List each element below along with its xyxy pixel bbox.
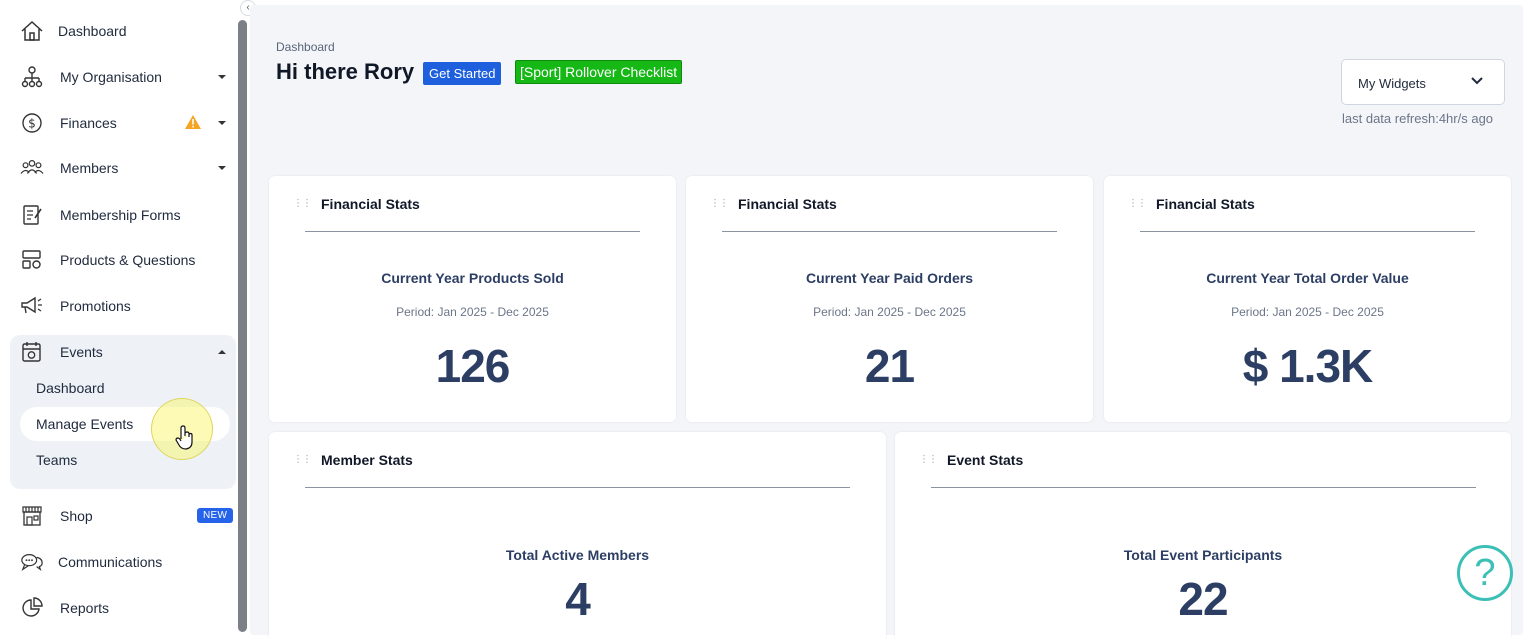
sidebar-item-label: Products & Questions xyxy=(60,252,196,268)
megaphone-icon xyxy=(20,294,44,318)
dollar-icon: $ xyxy=(20,111,44,135)
sidebar-item-my-organisation[interactable]: My Organisation xyxy=(10,57,236,97)
card-title: Financial Stats xyxy=(738,196,837,212)
sidebar-item-label: Shop xyxy=(60,508,93,524)
metric-value: $ 1.3K xyxy=(1242,340,1374,392)
financial-stats-card-products: ⋮⋮ Financial Stats Current Year Products… xyxy=(269,176,676,422)
card-divider xyxy=(1140,231,1475,232)
sidebar-item-finances[interactable]: $ Finances xyxy=(10,103,236,143)
sidebar-item-label: Events xyxy=(60,344,103,360)
chevron-down-icon[interactable] xyxy=(218,121,226,125)
period-label: Period: Jan 2025 - Dec 2025 xyxy=(1231,305,1384,319)
sidebar: Dashboard My Organisation $ Finances Mem… xyxy=(0,0,256,639)
warning-icon xyxy=(184,114,202,133)
period-label: Period: Jan 2025 - Dec 2025 xyxy=(396,305,549,319)
chat-icon xyxy=(20,550,44,574)
main-content: Dashboard Hi there Rory Get Started [Spo… xyxy=(250,5,1523,639)
card-title: Financial Stats xyxy=(1156,196,1255,212)
metric-value: 21 xyxy=(864,340,915,392)
users-icon xyxy=(20,156,44,180)
my-widgets-dropdown[interactable]: My Widgets xyxy=(1341,59,1505,105)
period-label: Period: Jan 2025 - Dec 2025 xyxy=(813,305,966,319)
events-sub-dashboard[interactable]: Dashboard xyxy=(36,380,105,396)
page-title: Hi there Rory xyxy=(276,59,415,84)
card-divider xyxy=(722,231,1057,232)
drag-handle-icon[interactable]: ⋮⋮ xyxy=(1128,198,1147,209)
drag-handle-icon[interactable]: ⋮⋮ xyxy=(919,454,938,465)
metric-label: Total Active Members xyxy=(505,547,650,563)
sidebar-item-label: My Organisation xyxy=(60,69,162,85)
form-icon xyxy=(20,203,44,227)
home-icon xyxy=(20,19,44,43)
member-stats-card: ⋮⋮ Member Stats Total Active Members 4 xyxy=(269,432,886,639)
hand-pointer-icon xyxy=(175,425,195,456)
calendar-icon xyxy=(20,340,44,364)
sidebar-item-label: Members xyxy=(60,160,119,176)
sidebar-item-label: Membership Forms xyxy=(60,207,181,223)
breadcrumb[interactable]: Dashboard xyxy=(276,40,335,54)
sidebar-item-reports[interactable]: Reports xyxy=(10,588,236,628)
card-title: Financial Stats xyxy=(321,196,420,212)
sidebar-item-promotions[interactable]: Promotions xyxy=(10,286,236,326)
card-divider xyxy=(931,487,1476,488)
metric-label: Current Year Total Order Value xyxy=(1206,270,1409,286)
help-button[interactable]: ? xyxy=(1457,545,1513,601)
chevron-down-icon[interactable] xyxy=(218,75,226,79)
sidebar-item-membership-forms[interactable]: Membership Forms xyxy=(10,195,236,235)
sidebar-item-label: Promotions xyxy=(60,298,131,314)
card-title: Event Stats xyxy=(947,452,1024,468)
metric-label: Current Year Products Sold xyxy=(381,270,564,286)
sidebar-item-communications[interactable]: Communications xyxy=(10,542,236,582)
sidebar-item-dashboard[interactable]: Dashboard xyxy=(10,11,236,51)
chevron-up-icon[interactable] xyxy=(218,350,226,354)
card-divider xyxy=(305,487,850,488)
pie-chart-icon xyxy=(20,596,44,620)
sidebar-item-shop[interactable]: Shop NEW xyxy=(10,496,236,536)
sidebar-item-events[interactable]: Events xyxy=(10,332,236,372)
chevron-down-icon[interactable] xyxy=(218,166,226,170)
chevron-down-icon xyxy=(1471,77,1483,85)
event-stats-card: ⋮⋮ Event Stats Total Event Participants … xyxy=(895,432,1511,639)
events-sub-teams[interactable]: Teams xyxy=(36,452,77,468)
card-title: Member Stats xyxy=(321,452,413,468)
sidebar-item-label: Communications xyxy=(58,554,163,570)
shop-icon xyxy=(20,504,44,528)
metric-value: 126 xyxy=(435,340,511,392)
metric-label: Total Event Participants xyxy=(1123,547,1283,563)
rollover-checklist-button[interactable]: [Sport] Rollover Checklist xyxy=(515,60,683,84)
metric-label: Current Year Paid Orders xyxy=(805,270,974,286)
sidebar-item-members[interactable]: Members xyxy=(10,148,236,188)
drag-handle-icon[interactable]: ⋮⋮ xyxy=(293,454,312,465)
sidebar-item-label: Finances xyxy=(60,115,117,131)
card-divider xyxy=(305,231,640,232)
drag-handle-icon[interactable]: ⋮⋮ xyxy=(293,198,312,209)
drag-handle-icon[interactable]: ⋮⋮ xyxy=(710,198,729,209)
sidebar-scrollbar-thumb[interactable] xyxy=(238,20,247,632)
metric-value: 22 xyxy=(1178,573,1228,625)
get-started-button[interactable]: Get Started xyxy=(423,62,502,85)
products-icon xyxy=(20,248,44,272)
svg-text:$: $ xyxy=(28,117,36,131)
financial-stats-card-orders: ⋮⋮ Financial Stats Current Year Paid Ord… xyxy=(686,176,1093,422)
financial-stats-card-order-value: ⋮⋮ Financial Stats Current Year Total Or… xyxy=(1104,176,1511,422)
my-widgets-label: My Widgets xyxy=(1358,76,1426,91)
sidebar-item-products-questions[interactable]: Products & Questions xyxy=(10,240,236,280)
new-badge: NEW xyxy=(197,508,234,523)
metric-value: 4 xyxy=(565,573,591,625)
sidebar-item-label: Dashboard xyxy=(58,23,127,39)
org-chart-icon xyxy=(20,65,44,89)
events-sub-manage-events[interactable]: Manage Events xyxy=(36,416,133,432)
last-refresh-text: last data refresh:4hr/s ago xyxy=(1342,111,1494,126)
sidebar-item-label: Reports xyxy=(60,600,110,616)
